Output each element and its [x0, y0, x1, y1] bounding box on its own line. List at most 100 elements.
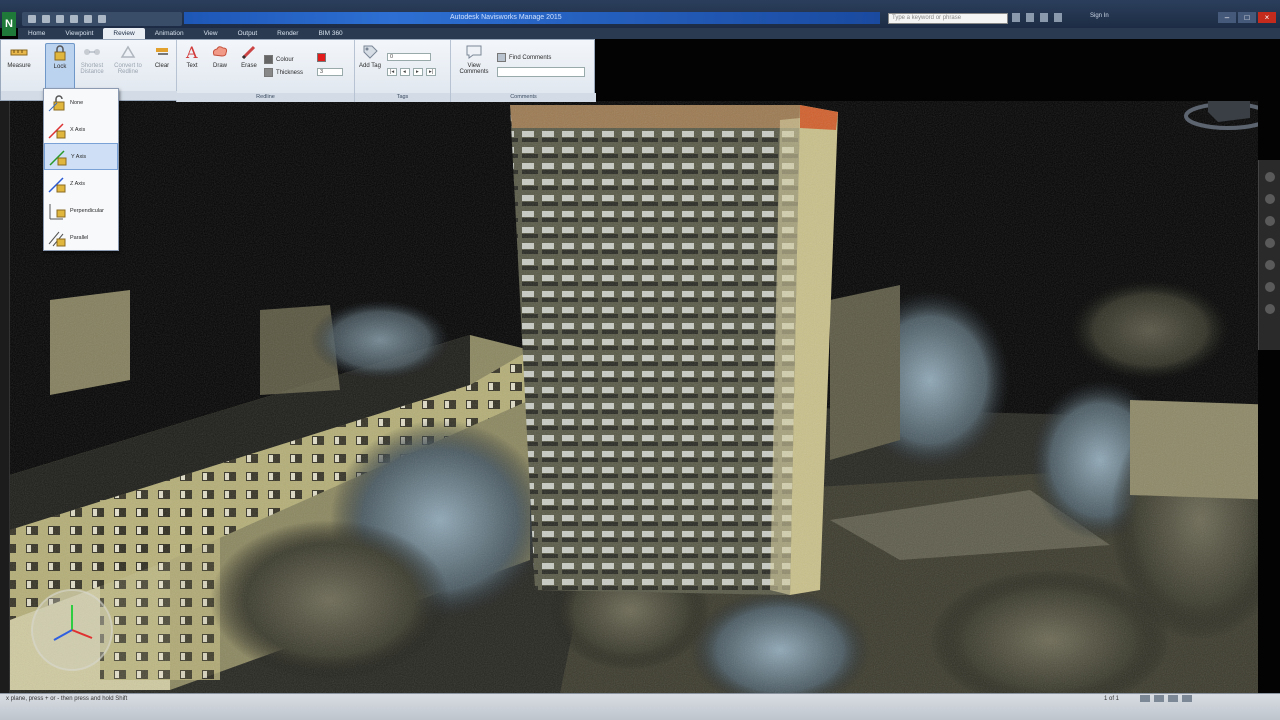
lock-option-y-axis[interactable]: Y Axis [44, 143, 118, 170]
find-comments-icon [497, 53, 506, 62]
lock-button[interactable]: Lock [45, 43, 75, 93]
measure-button[interactable]: Measure [4, 43, 34, 69]
colour-row[interactable]: Colour [264, 55, 294, 64]
comment-bubble-icon [466, 45, 482, 59]
tag-nav-row: |◂ ◂ ▸ ▸| [387, 68, 436, 76]
search-input[interactable]: Type a keyword or phrase [888, 13, 1008, 24]
thickness-label: Thickness [276, 69, 304, 76]
redo-icon[interactable] [84, 15, 92, 23]
sign-in-link[interactable]: Sign In [1090, 13, 1109, 19]
find-comments-input[interactable] [497, 67, 585, 77]
minimize-button[interactable]: – [1218, 12, 1236, 23]
search-icon[interactable] [1012, 13, 1020, 22]
last-tag-button[interactable]: ▸| [426, 68, 436, 76]
erase-label: Erase [241, 63, 257, 69]
tab-view[interactable]: View [194, 28, 228, 39]
lock-option-perpendicular[interactable]: Perpendicular [44, 197, 118, 224]
view-comments-button[interactable]: View Comments [455, 43, 493, 75]
tab-animation[interactable]: Animation [145, 28, 194, 39]
ribbon-tabs: Home Viewpoint Review Animation View Out… [18, 28, 1280, 39]
text-label: Text [186, 63, 198, 69]
left-dock-strip [0, 39, 10, 693]
tab-review[interactable]: Review [103, 28, 145, 39]
navigation-bar [1258, 160, 1280, 350]
clear-button[interactable]: Clear [147, 43, 177, 69]
add-tag-button[interactable]: Add Tag [355, 43, 385, 69]
zoom-icon[interactable] [1264, 216, 1275, 226]
app-logo-icon[interactable]: N [2, 12, 16, 36]
lock-option-none[interactable]: None [44, 89, 118, 116]
lock-z-axis-icon [48, 176, 66, 193]
convert-to-redline-button[interactable]: Convert to Redline [113, 43, 143, 75]
draw-label: Draw [212, 63, 227, 69]
clear-label: Clear [154, 63, 170, 69]
lock-option-label: None [70, 99, 84, 106]
status-hint: x plane, press + or - then press and hol… [6, 696, 128, 702]
tag-icon [363, 45, 378, 59]
view-comments-label: View Comments [459, 63, 489, 75]
select-icon[interactable] [98, 15, 106, 23]
distance-icon [84, 49, 100, 55]
prev-tag-button[interactable]: ◂ [400, 68, 410, 76]
tab-output[interactable]: Output [228, 28, 268, 39]
text-icon: A [185, 43, 198, 61]
tab-bim360[interactable]: BIM 360 [308, 28, 352, 39]
orbit-icon[interactable] [1264, 238, 1275, 248]
find-comments-button[interactable]: Find Comments [497, 53, 551, 62]
erase-button[interactable]: Erase [234, 43, 264, 69]
open-icon[interactable] [28, 15, 36, 23]
tab-viewpoint[interactable]: Viewpoint [55, 28, 103, 39]
redline-colour-picker[interactable] [317, 53, 326, 62]
thickness-input-row: 3 [317, 68, 343, 76]
lock-option-label: X Axis [70, 126, 86, 133]
tag-id-input[interactable]: 0 [387, 53, 431, 61]
print-icon[interactable] [56, 15, 64, 23]
ruler-icon [10, 49, 28, 56]
steering-wheel-icon[interactable] [1264, 172, 1275, 182]
walk-icon[interactable] [1264, 282, 1275, 292]
camera-icon[interactable] [1264, 304, 1275, 314]
comments-panel-title: Comments [451, 93, 596, 102]
pan-icon[interactable] [1264, 194, 1275, 204]
undo-icon[interactable] [70, 15, 78, 23]
status-bar: x plane, press + or - then press and hol… [0, 693, 1280, 720]
redline-colour-swatch [317, 53, 326, 62]
sheet-counter: 1 of 1 [1104, 696, 1120, 702]
tab-render[interactable]: Render [267, 28, 308, 39]
shortest-distance-button[interactable]: Shortest Distance [77, 43, 107, 75]
lock-option-z-axis[interactable]: Z Axis [44, 170, 118, 197]
pencil-icon[interactable] [1140, 695, 1150, 702]
tab-home[interactable]: Home [18, 28, 55, 39]
navisworks-window: N Autodesk Navisworks Manage 2015 Type a… [0, 0, 1280, 720]
point-cloud-scene [10, 101, 1258, 693]
lock-option-label: Z Axis [70, 180, 85, 187]
user-icon[interactable] [1054, 13, 1062, 22]
close-button[interactable]: × [1258, 12, 1276, 23]
tags-panel-title: Tags [355, 93, 450, 102]
look-icon[interactable] [1264, 260, 1275, 270]
lock-x-axis-icon [48, 122, 66, 139]
measure-label: Measure [7, 63, 31, 69]
next-tag-button[interactable]: ▸ [413, 68, 423, 76]
text-button[interactable]: A Text [177, 43, 207, 69]
save-icon[interactable] [42, 15, 50, 23]
first-tag-button[interactable]: |◂ [387, 68, 397, 76]
redline-panel-title: Redline [177, 93, 354, 102]
thickness-row: Thickness [264, 68, 303, 77]
svg-text:A: A [185, 43, 198, 61]
add-tag-label: Add Tag [359, 63, 381, 69]
lock-option-parallel[interactable]: Parallel [44, 224, 118, 251]
communication-icon[interactable] [1026, 13, 1034, 22]
lock-label: Lock [53, 64, 67, 70]
lock-option-x-axis[interactable]: X Axis [44, 116, 118, 143]
3d-viewport[interactable] [10, 101, 1258, 693]
lock-none-icon [48, 94, 65, 111]
draw-button[interactable]: Draw [205, 43, 235, 69]
star-icon[interactable] [1040, 13, 1048, 22]
tags-panel: Add Tag 0 |◂ ◂ ▸ ▸| Tags [355, 40, 451, 102]
lock-perpendicular-icon [49, 203, 66, 219]
colour-icon [264, 55, 273, 64]
navigation-compass-icon [31, 589, 113, 671]
thickness-input[interactable]: 3 [317, 68, 343, 76]
maximize-button[interactable]: □ [1238, 12, 1256, 23]
